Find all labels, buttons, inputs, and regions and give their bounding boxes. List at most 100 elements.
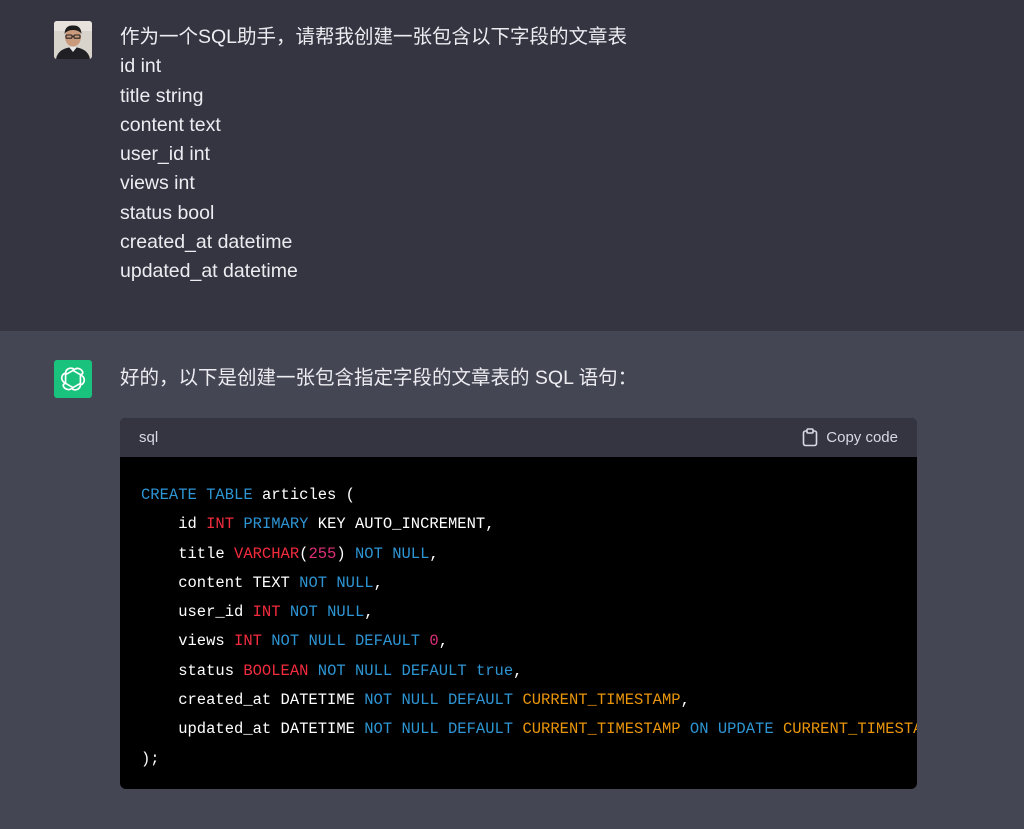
- code-token: CURRENT_TIMESTAMP: [522, 691, 681, 710]
- code-token: ,: [364, 603, 374, 622]
- code-token: ): [336, 544, 355, 563]
- code-token: INT: [206, 515, 235, 534]
- code-line: updated_at DATETIME NOT NULL DEFAULT CUR…: [141, 715, 917, 744]
- code-token: NOT: [317, 661, 346, 680]
- code-token: content TEXT: [141, 573, 300, 592]
- code-line: content TEXT NOT NULL,: [141, 569, 896, 598]
- code-token: 0: [429, 632, 439, 651]
- openai-logo-icon: [60, 367, 86, 391]
- code-token: 255: [308, 544, 337, 563]
- user-message-field-line: status bool: [120, 201, 215, 224]
- code-token: INT: [252, 603, 281, 622]
- code-token: NULL: [354, 661, 393, 680]
- code-line: created_at DATETIME NOT NULL DEFAULT CUR…: [141, 686, 896, 715]
- code-token: NULL: [336, 573, 374, 592]
- user-message-field-line: updated_at datetime: [120, 260, 298, 283]
- code-token: KEY AUTO_INCREMENT,: [308, 515, 495, 534]
- code-line: );: [141, 745, 896, 774]
- code-token: ,: [680, 691, 690, 710]
- user-avatar-photo: [54, 21, 92, 59]
- code-token: NULL: [308, 632, 346, 651]
- code-token: NOT: [364, 691, 393, 710]
- code-token: true: [475, 661, 514, 680]
- assistant-avatar: [54, 360, 92, 398]
- user-message-text: 作为一个SQL助手，请帮我创建一张包含以下字段的文章表 id int title s…: [120, 23, 627, 287]
- code-token: status: [141, 661, 244, 680]
- code-token: NOT: [289, 603, 318, 622]
- user-message-field-line: views int: [120, 172, 195, 195]
- code-token: views: [141, 632, 235, 651]
- code-token: INT: [234, 632, 262, 651]
- code-token: );: [141, 749, 160, 768]
- user-avatar: [54, 21, 92, 59]
- code-token: TABLE: [206, 486, 253, 504]
- code-token: DEFAULT: [401, 661, 467, 680]
- code-token: NULL: [401, 720, 439, 739]
- code-token: ,: [513, 661, 523, 680]
- code-token: created_at DATETIME: [141, 691, 365, 710]
- code-token: updated_at DATETIME: [141, 720, 365, 739]
- code-line: user_id INT NOT NULL,: [141, 598, 896, 627]
- code-token: PRIMARY: [243, 515, 309, 534]
- code-token: CREATE: [141, 486, 197, 504]
- code-token: NOT: [271, 632, 300, 651]
- code-line: title VARCHAR(255) NOT NULL,: [141, 540, 896, 569]
- code-line: views INT NOT NULL DEFAULT 0,: [141, 627, 896, 656]
- code-token: id: [141, 515, 207, 534]
- code-token: title: [141, 544, 235, 563]
- code-token: ,: [438, 632, 449, 651]
- code-block: sql Copy code CREATE TABLE articles ( id…: [120, 418, 917, 789]
- code-token: NULL: [401, 691, 439, 710]
- code-token: NOT: [354, 544, 383, 563]
- user-message-field-line: content text: [120, 113, 221, 136]
- code-line: id INT PRIMARY KEY AUTO_INCREMENT,: [141, 510, 896, 539]
- user-message-field-line: id int: [120, 55, 162, 78]
- code-token: CURRENT_TIMESTAMP: [782, 720, 917, 739]
- code-token: NOT: [364, 720, 393, 739]
- code-token: ON: [689, 720, 709, 739]
- code-token: CURRENT_TIMESTAMP: [522, 720, 681, 739]
- user-message-prompt: 作为一个SQL助手，请帮我创建一张包含以下字段的文章表: [120, 26, 628, 48]
- user-message-field-line: user_id int: [120, 143, 210, 166]
- code-token: UPDATE: [717, 720, 774, 739]
- copy-code-label: Copy code: [826, 429, 898, 446]
- code-token: DEFAULT: [448, 691, 514, 710]
- code-token: user_id: [141, 603, 253, 622]
- code-token: NOT: [299, 573, 328, 592]
- assistant-message: 好的，以下是创建一张包含指定字段的文章表的 SQL 语句： sql Copy c…: [0, 331, 1024, 829]
- code-line: status BOOLEAN NOT NULL DEFAULT true,: [141, 657, 896, 686]
- assistant-intro-text: 好的，以下是创建一张包含指定字段的文章表的 SQL 语句：: [120, 367, 638, 389]
- copy-code-button[interactable]: Copy code: [802, 428, 898, 447]
- code-token: DEFAULT: [354, 632, 421, 651]
- code-content: CREATE TABLE articles ( id INT PRIMARY K…: [120, 457, 917, 789]
- user-message: 作为一个SQL助手，请帮我创建一张包含以下字段的文章表 id int title s…: [0, 0, 1024, 331]
- code-token: ,: [429, 544, 439, 563]
- code-block-header: sql Copy code: [120, 418, 917, 457]
- clipboard-icon: [802, 428, 818, 447]
- user-message-field-line: created_at datetime: [120, 231, 293, 254]
- code-language-label: sql: [139, 429, 159, 446]
- code-token: NULL: [327, 603, 365, 622]
- code-token: ,: [373, 573, 383, 592]
- code-token: DEFAULT: [448, 720, 514, 739]
- user-message-field-line: title string: [120, 84, 204, 107]
- code-token: articles (: [252, 486, 355, 504]
- code-token: NULL: [392, 544, 430, 563]
